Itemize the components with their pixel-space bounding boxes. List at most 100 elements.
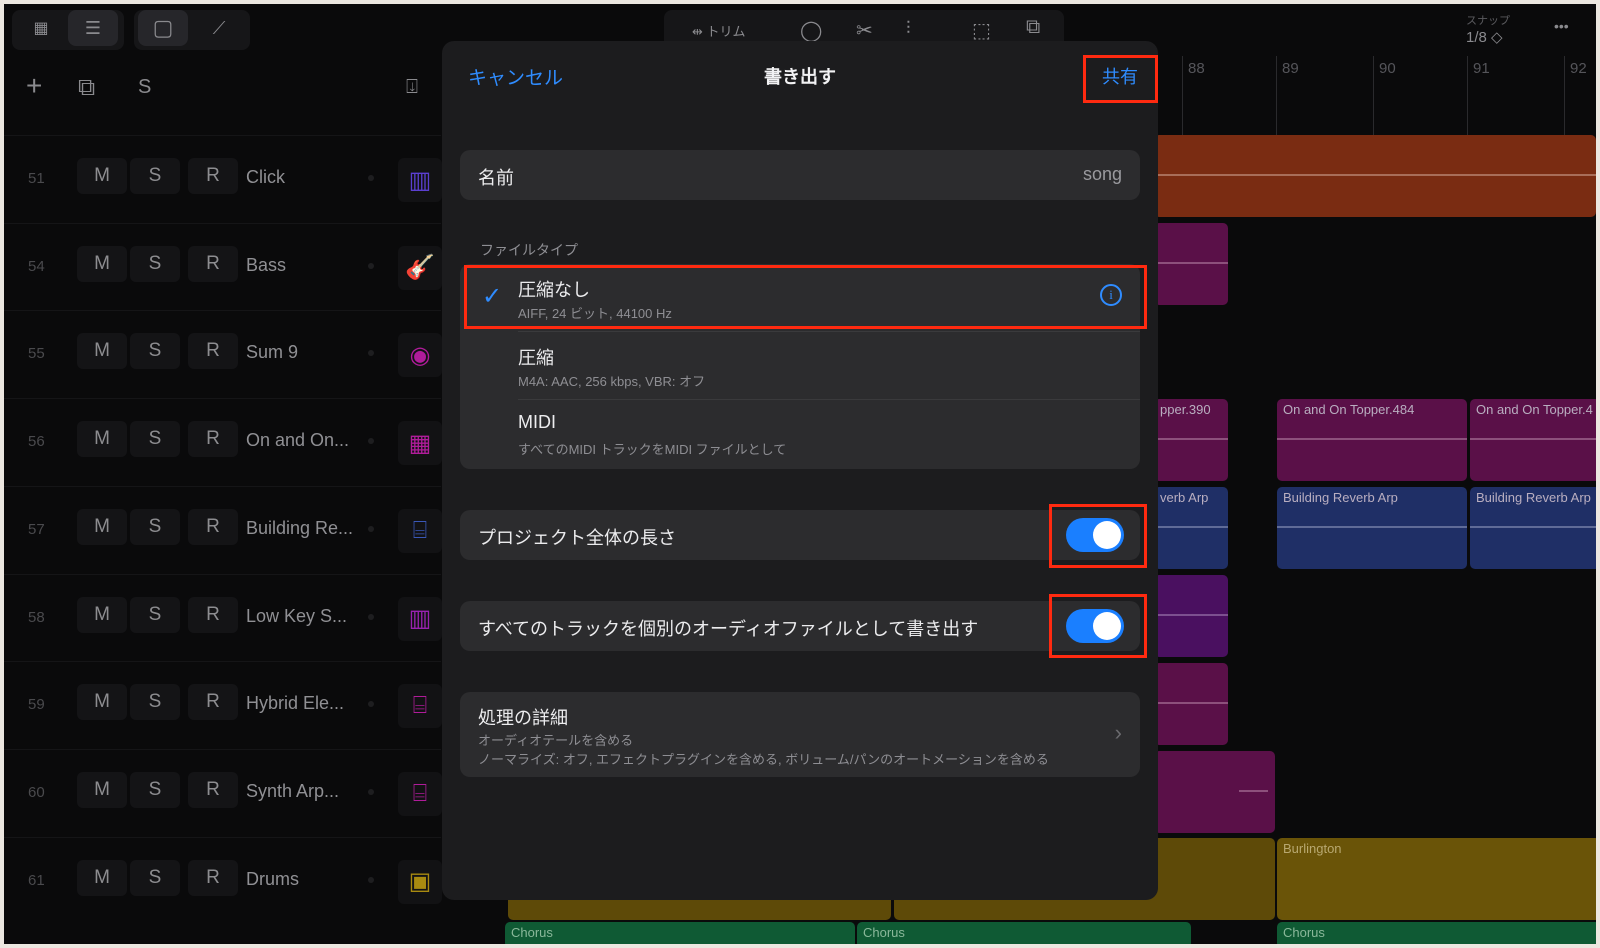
mute-button[interactable]: M (77, 333, 127, 370)
file-type-compressed[interactable]: 圧縮 M4A: AAC, 256 kbps, VBR: オフ (460, 332, 1140, 399)
solo-button[interactable]: S (130, 333, 180, 370)
processing-details-row[interactable]: 処理の詳細 オーディオテールを含める ノーマライズ: オフ, エフェクトプラグイ… (460, 692, 1140, 777)
solo-button[interactable]: S (130, 158, 180, 194)
ruler-line (1276, 56, 1277, 140)
solo-button[interactable]: S (130, 684, 180, 721)
keyboard-stand-icon[interactable]: ⌸ (398, 684, 442, 729)
track-row[interactable]: 58 M S R Low Key S... ▥ (4, 573, 442, 661)
track-row[interactable]: 51 M S R Click ▥ (4, 135, 442, 222)
mute-button[interactable]: M (77, 684, 127, 721)
solo-button[interactable]: S (130, 771, 180, 808)
burlington-region[interactable]: Burlington (1277, 838, 1596, 920)
mute-button[interactable]: M (77, 421, 127, 458)
name-value[interactable]: song (1083, 164, 1122, 185)
track-number: 56 (28, 433, 45, 451)
ruler-bar-91: 91 (1473, 60, 1490, 77)
track-row[interactable]: 61 M S R Drums ▣ (4, 836, 442, 924)
mute-button[interactable]: M (77, 859, 127, 896)
name-field[interactable]: 名前 song (460, 150, 1140, 200)
mute-button[interactable]: M (77, 508, 127, 545)
drum-machine-icon[interactable]: ▣ (398, 859, 442, 904)
bass-region[interactable] (1154, 223, 1228, 305)
synth-icon[interactable]: ▥ (398, 596, 442, 641)
scissors-icon[interactable]: ✂ (856, 18, 873, 43)
record-button[interactable]: R (188, 508, 238, 545)
record-button[interactable]: R (188, 245, 238, 282)
record-button[interactable]: R (188, 684, 238, 721)
separate-tracks-row: すべてのトラックを個別のオーディオファイルとして書き出す (460, 601, 1140, 651)
processing-line1: オーディオテールを含める (478, 733, 634, 748)
solo-button[interactable]: S (130, 508, 180, 545)
solo-button[interactable]: S (130, 421, 180, 458)
import-icon[interactable]: ⍗ (406, 76, 418, 99)
trim-button[interactable]: ⇹ トリム (692, 21, 746, 40)
bass-guitar-icon[interactable]: 🎸 (398, 245, 442, 290)
grid-keyboard-icon[interactable]: ▦ (398, 421, 442, 466)
reverb-region-1[interactable]: Building Reverb Arp (1277, 487, 1467, 569)
keyboard-stand-icon[interactable]: ⌸ (398, 508, 442, 553)
solo-button[interactable]: S (130, 596, 180, 633)
mute-button[interactable]: M (77, 245, 127, 282)
track-row[interactable]: 56 M S R On and On... ▦ (4, 398, 442, 485)
chorus-marker-1[interactable]: Chorus (505, 922, 855, 944)
region-label: Chorus (863, 925, 905, 940)
track-name: Hybrid Ele... (246, 693, 345, 714)
file-type-detail: すべてのMIDI トラックをMIDI ファイルとして (518, 442, 787, 457)
share-highlight (1083, 55, 1158, 103)
low-key-region[interactable] (1154, 575, 1228, 657)
topper-region-next[interactable]: On and On Topper.4 (1470, 399, 1596, 481)
mute-button[interactable]: M (77, 771, 127, 808)
mute-button[interactable]: M (77, 596, 127, 633)
chorus-marker-3[interactable]: Chorus (1277, 922, 1596, 944)
select-icon[interactable]: ⬚ (972, 18, 991, 43)
track-row[interactable]: 54 M S R Bass 🎸 (4, 222, 442, 310)
keyboard-icon[interactable]: ▥ (398, 158, 442, 202)
duplicate-track-icon[interactable]: ⧉ (78, 74, 95, 102)
record-button[interactable]: R (188, 158, 238, 194)
chorus-marker-2[interactable]: Chorus (857, 922, 1191, 944)
more-icon[interactable]: ••• (1554, 18, 1569, 34)
record-button[interactable]: R (188, 421, 238, 458)
mute-button[interactable]: M (77, 158, 127, 194)
trim-icon: ⇹ (692, 24, 707, 39)
reverb-region-2[interactable]: Building Reverb Arp (1470, 487, 1596, 569)
click-region[interactable] (1154, 135, 1596, 217)
ruler-line (1564, 56, 1565, 140)
file-type-midi[interactable]: MIDI すべてのMIDI トラックをMIDI ファイルとして (460, 400, 1140, 467)
split-icon[interactable]: ⫶ (906, 18, 911, 39)
snap-label: スナップ (1466, 15, 1510, 27)
track-number: 57 (28, 520, 45, 538)
record-button[interactable]: R (188, 596, 238, 633)
track-row[interactable]: 59 M S R Hybrid Ele... ⌸ (4, 661, 442, 748)
record-button[interactable]: R (188, 333, 238, 370)
hybrid-region[interactable] (1154, 663, 1228, 745)
tracks-view-icon[interactable]: ☰ (68, 10, 118, 46)
automation-icon[interactable]: ⟋ (194, 10, 244, 46)
knob-icon[interactable]: ◉ (398, 333, 442, 378)
reverb-region-partial[interactable]: verb Arp (1154, 487, 1228, 569)
ruler-bar-92: 92 (1570, 60, 1587, 77)
global-solo-button[interactable]: S (138, 76, 151, 99)
file-type-title: 圧縮 (518, 348, 554, 368)
region-label: Building Reverb Arp (1283, 490, 1398, 505)
track-number: 51 (28, 170, 45, 187)
keyboard-stand-icon[interactable]: ⌸ (398, 771, 442, 816)
track-row[interactable]: 60 M S R Synth Arp... ⌸ (4, 748, 442, 836)
solo-button[interactable]: S (130, 859, 180, 896)
browser-grid-icon[interactable]: ▦ (16, 10, 66, 46)
loop-icon[interactable]: ◯ (800, 18, 822, 43)
synth-arp-region[interactable] (1154, 751, 1275, 833)
window-icon[interactable]: ▢ (138, 10, 188, 46)
copy-icon[interactable]: ⧉ (1026, 16, 1040, 39)
solo-button[interactable]: S (130, 245, 180, 282)
logic-pro-window: ▦ ☰ ▢ ⟋ ⇹ トリム ◯ ✂ ⫶ ⬚ ⧉ スナップ 1/8 ◇ ••• +… (4, 4, 1596, 944)
region-label: On and On Topper.484 (1283, 402, 1415, 417)
topper-region-484[interactable]: On and On Topper.484 (1277, 399, 1467, 481)
record-button[interactable]: R (188, 859, 238, 896)
track-row[interactable]: 57 M S R Building Re... ⌸ (4, 485, 442, 573)
add-track-icon[interactable]: + (26, 70, 42, 102)
snap-value[interactable]: 1/8 ◇ (1466, 28, 1503, 46)
record-button[interactable]: R (188, 771, 238, 808)
track-row[interactable]: 55 M S R Sum 9 ◉ (4, 310, 442, 397)
topper-region-390[interactable]: pper.390 (1154, 399, 1228, 481)
